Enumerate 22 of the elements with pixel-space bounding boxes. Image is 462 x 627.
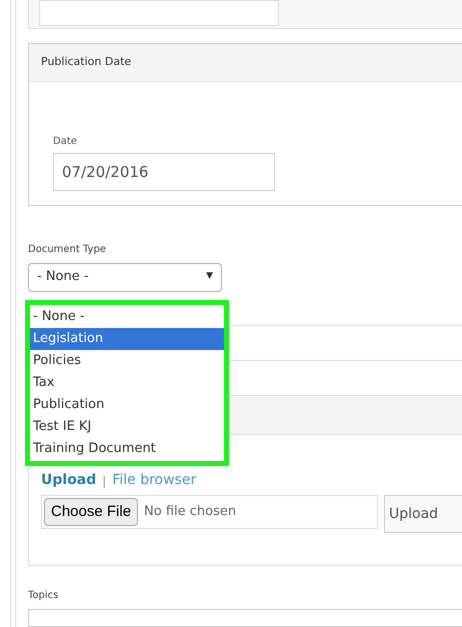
dropdown-option[interactable]: Tax: [30, 372, 224, 394]
topics-field[interactable]: [28, 608, 462, 627]
caret-icon: ▼: [206, 270, 213, 284]
tab-link[interactable]: Upload: [41, 470, 96, 492]
topics-label: Topics: [28, 588, 60, 603]
dropdown-option[interactable]: Training Document: [30, 438, 224, 460]
select-field[interactable]: [39, 0, 279, 26]
date-field[interactable]: 07/20/2016: [53, 153, 275, 192]
upload-button[interactable]: Upload: [384, 495, 462, 534]
dropdown-option[interactable]: Test IE KJ: [30, 416, 224, 438]
dropdown-option[interactable]: - None -: [30, 306, 224, 328]
dropdown-option[interactable]: Policies: [30, 350, 224, 372]
document-type-label: Document Type: [28, 242, 107, 257]
date-label: Date: [53, 135, 78, 150]
link-separator: |: [102, 472, 106, 490]
dropdown-option[interactable]: Legislation: [30, 328, 224, 350]
card-title: Publication Date: [41, 54, 132, 70]
document-type-select[interactable]: - None - ▼: [28, 262, 222, 292]
file-input[interactable]: Choose File No file chosen: [41, 495, 378, 530]
dropdown-option[interactable]: Publication: [30, 394, 224, 416]
no-file-text: No file chosen: [144, 503, 236, 522]
choose-file-button[interactable]: Choose File: [44, 498, 138, 526]
